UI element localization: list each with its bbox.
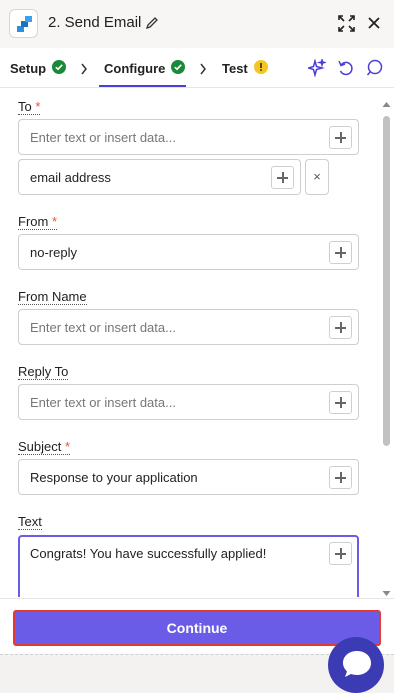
- step-tabs: Setup Configure Test: [0, 48, 394, 88]
- step-title: 2. Send Email: [48, 14, 142, 31]
- header: 2. Send Email: [0, 0, 394, 48]
- reply-to-placeholder: Enter text or insert data...: [30, 395, 176, 410]
- warning-icon: [253, 59, 268, 77]
- expand-icon[interactable]: [338, 15, 355, 37]
- tab-label: Setup: [10, 60, 47, 76]
- reply-to-input[interactable]: Enter text or insert data...: [18, 384, 359, 420]
- check-circle-icon: [52, 59, 67, 77]
- chevron-right-icon: [199, 62, 207, 80]
- text-input[interactable]: Congrats! You have successfully applied!: [18, 535, 359, 597]
- edit-title-icon[interactable]: [145, 16, 159, 35]
- tab-setup[interactable]: Setup: [10, 48, 67, 88]
- scroll-up-arrow-icon[interactable]: [382, 95, 391, 113]
- from-label: From *: [18, 214, 58, 230]
- insert-data-button[interactable]: [329, 316, 352, 339]
- from-value: no-reply: [30, 245, 77, 260]
- from-input[interactable]: no-reply: [18, 234, 359, 270]
- chat-launcher-button[interactable]: [328, 637, 384, 693]
- configure-form: To * Enter text or insert data... email …: [0, 89, 394, 597]
- to-label: To *: [18, 99, 41, 115]
- remove-recipient-button[interactable]: ×: [305, 159, 329, 195]
- tab-label: Test: [222, 60, 248, 76]
- subject-input[interactable]: Response to your application: [18, 459, 359, 495]
- to-placeholder: Enter text or insert data...: [30, 130, 176, 145]
- insert-data-button[interactable]: [329, 126, 352, 149]
- comment-icon[interactable]: [366, 59, 383, 82]
- close-icon[interactable]: [367, 16, 381, 35]
- active-tab-indicator: [99, 85, 186, 87]
- reply-to-label: Reply To: [18, 364, 69, 380]
- text-label: Text: [18, 514, 42, 530]
- app-logo-icon: [9, 9, 38, 38]
- continue-button[interactable]: Continue: [13, 610, 381, 646]
- from-name-label: From Name: [18, 289, 87, 305]
- insert-data-button[interactable]: [329, 391, 352, 414]
- to-value-input[interactable]: email address: [18, 159, 301, 195]
- tab-configure[interactable]: Configure: [104, 48, 186, 88]
- refresh-icon[interactable]: [338, 59, 354, 82]
- subject-value: Response to your application: [30, 470, 198, 485]
- check-circle-icon: [171, 59, 186, 77]
- chat-bubble-icon: [341, 649, 373, 684]
- insert-data-button[interactable]: [271, 166, 294, 189]
- tab-label: Configure: [104, 60, 166, 76]
- app: 2. Send Email Setup Configure Test To * …: [0, 0, 394, 693]
- insert-data-button[interactable]: [329, 542, 352, 565]
- ai-sparkle-icon[interactable]: [305, 57, 328, 82]
- scrollbar-thumb[interactable]: [383, 116, 390, 446]
- to-input[interactable]: Enter text or insert data...: [18, 119, 359, 155]
- insert-data-button[interactable]: [329, 241, 352, 264]
- text-value: Congrats! You have successfully applied!: [30, 546, 267, 561]
- insert-data-button[interactable]: [329, 466, 352, 489]
- subject-label: Subject *: [18, 439, 71, 455]
- to-value: email address: [30, 170, 111, 185]
- from-name-input[interactable]: Enter text or insert data...: [18, 309, 359, 345]
- tab-test[interactable]: Test: [222, 48, 268, 88]
- from-name-placeholder: Enter text or insert data...: [30, 320, 176, 335]
- chevron-right-icon: [80, 62, 88, 80]
